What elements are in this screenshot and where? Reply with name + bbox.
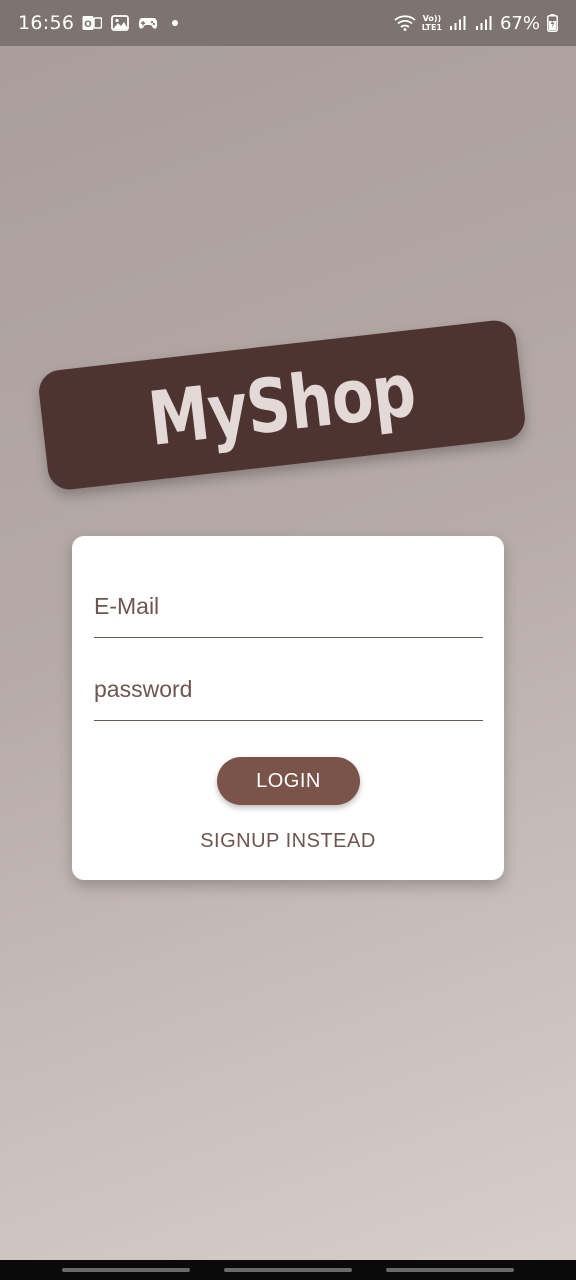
game-controller-icon [138, 14, 158, 32]
login-card: LOGIN SIGNUP INSTEAD [72, 536, 504, 880]
login-button[interactable]: LOGIN [217, 757, 360, 805]
status-time: 16:56 [18, 12, 75, 34]
outlook-icon: O [82, 14, 103, 32]
gallery-icon [110, 14, 130, 32]
status-right: Vo)) LTE1 67% [394, 13, 558, 34]
password-field-container [94, 659, 483, 721]
signal-icon [448, 14, 468, 32]
back-handle[interactable] [386, 1268, 514, 1272]
app-logo-banner: MyShop [36, 318, 528, 492]
volte-label: Vo)) [422, 14, 442, 23]
email-field-container [94, 576, 483, 638]
signal-icon [474, 14, 494, 32]
app-logo: MyShop [144, 347, 420, 463]
status-bar: 16:56 O Vo)) LTE1 67% [0, 0, 576, 46]
recent-apps-handle[interactable] [62, 1268, 190, 1272]
home-handle[interactable] [224, 1268, 352, 1272]
battery-charging-icon [546, 14, 558, 32]
lte-label: LTE1 [421, 23, 442, 32]
email-field[interactable] [94, 576, 483, 637]
notification-dot-icon [172, 20, 179, 26]
battery-percent: 67% [499, 12, 540, 34]
password-field[interactable] [94, 659, 483, 720]
system-navigation-bar [0, 1260, 576, 1280]
signup-instead-button[interactable]: SIGNUP INSTEAD [72, 830, 504, 853]
svg-text:O: O [84, 20, 92, 30]
network-type-label: Vo)) LTE1 [422, 14, 442, 32]
wifi-icon [394, 14, 416, 32]
status-left: 16:56 O [18, 12, 179, 34]
